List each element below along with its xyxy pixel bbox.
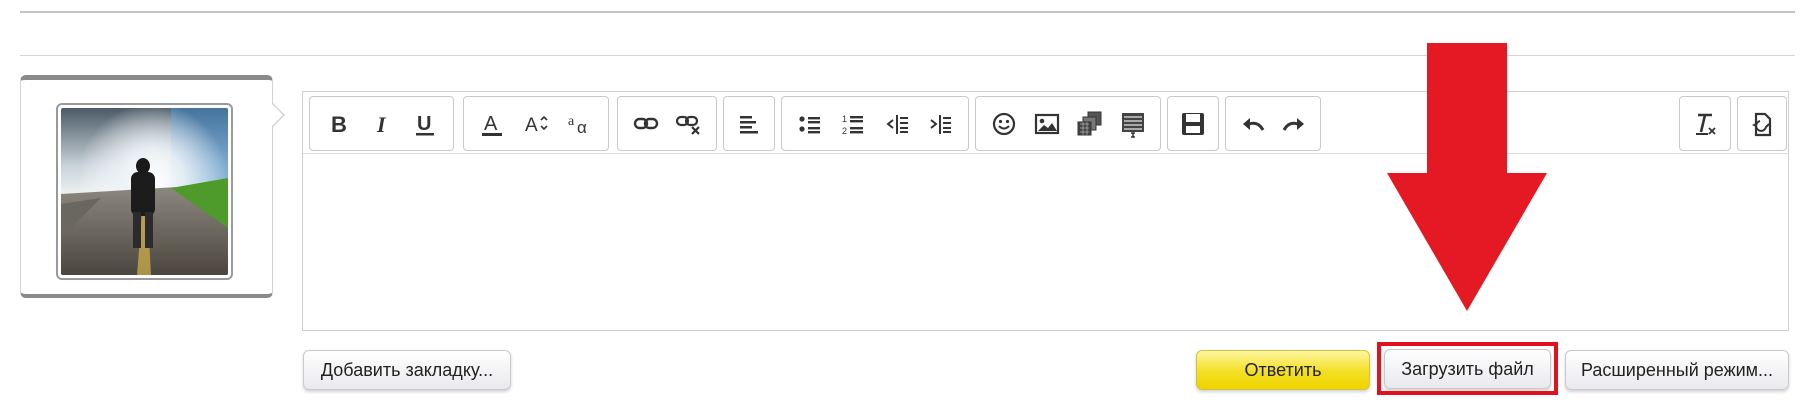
toolbar-group-history <box>1225 96 1321 151</box>
outdent-icon <box>886 114 908 134</box>
advanced-mode-button[interactable]: Расширенный режим... <box>1565 350 1789 390</box>
remove-format-icon <box>1696 113 1716 135</box>
avatar-frame <box>56 103 233 280</box>
underline-button[interactable]: U <box>403 102 447 146</box>
bold-icon: B <box>331 112 347 137</box>
toolbar-group-clear <box>1679 96 1731 151</box>
italic-icon: I <box>376 112 387 137</box>
toolbar-group-text-format: B I U <box>309 96 454 151</box>
top-divider <box>20 11 1795 13</box>
save-button[interactable] <box>1174 102 1212 146</box>
svg-text:1: 1 <box>842 114 847 124</box>
align-left-button[interactable] <box>730 102 768 146</box>
svg-text:2: 2 <box>842 126 847 136</box>
font-color-button[interactable]: A <box>470 102 514 146</box>
font-family-icon: aα <box>568 114 587 137</box>
smiley-button[interactable] <box>982 102 1025 146</box>
undo-button[interactable] <box>1232 102 1273 146</box>
underline-icon: U <box>416 113 435 135</box>
redo-icon <box>1282 117 1304 131</box>
link-icon <box>633 117 658 129</box>
link-button[interactable] <box>624 102 667 146</box>
numbered-list-icon: 12 <box>842 114 864 136</box>
save-icon <box>1182 112 1204 135</box>
editor-toolbar: B I U A A aα 1 2 <box>303 92 1788 154</box>
toolbar-group-source <box>1737 96 1787 151</box>
toolbar-group-font: A A aα <box>463 96 609 151</box>
user-avatar-card <box>20 75 285 298</box>
media-button[interactable] <box>1068 102 1111 146</box>
font-family-button[interactable]: aα <box>558 102 602 146</box>
add-bookmark-button[interactable]: Добавить закладку... <box>303 350 511 390</box>
speech-notch <box>271 102 285 128</box>
smiley-icon <box>992 112 1015 135</box>
redo-button[interactable] <box>1273 102 1314 146</box>
message-editor: B I U A A aα 1 2 <box>302 91 1789 331</box>
font-size-icon: A <box>525 115 548 136</box>
upload-file-button[interactable]: Загрузить файл <box>1384 349 1551 389</box>
code-block-button[interactable] <box>1111 102 1154 146</box>
undo-icon <box>1242 117 1264 131</box>
image-button[interactable] <box>1025 102 1068 146</box>
message-text-area[interactable] <box>303 154 1788 330</box>
numbered-list-button[interactable]: 12 <box>832 102 876 146</box>
svg-text:B: B <box>331 112 347 137</box>
source-toggle-button[interactable] <box>1744 102 1780 146</box>
image-icon <box>1034 113 1059 134</box>
toolbar-group-insert <box>975 96 1161 151</box>
remove-format-button[interactable] <box>1686 102 1724 146</box>
svg-text:a: a <box>568 114 575 129</box>
toolbar-group-align <box>723 96 775 151</box>
svg-text:U: U <box>417 113 431 135</box>
indent-icon <box>930 114 952 134</box>
indent-button[interactable] <box>919 102 963 146</box>
align-left-icon <box>740 115 758 133</box>
font-color-icon: A <box>482 113 502 136</box>
svg-text:I: I <box>376 112 387 137</box>
unlink-icon <box>675 115 700 135</box>
bullet-list-icon <box>799 115 820 133</box>
toolbar-group-links <box>617 96 717 151</box>
svg-text:α: α <box>577 118 587 137</box>
reply-button[interactable]: Ответить <box>1196 350 1370 390</box>
toolbar-group-save <box>1167 96 1219 151</box>
avatar <box>61 108 228 275</box>
media-icon <box>1077 111 1101 135</box>
bold-button[interactable]: B <box>316 102 360 146</box>
font-size-button[interactable]: A <box>514 102 558 146</box>
svg-text:A: A <box>484 113 498 135</box>
code-block-icon <box>1121 112 1144 138</box>
italic-button[interactable]: I <box>360 102 404 146</box>
svg-text:A: A <box>525 115 538 136</box>
outdent-button[interactable] <box>875 102 919 146</box>
bullet-list-button[interactable] <box>788 102 832 146</box>
unlink-button[interactable] <box>667 102 710 146</box>
source-toggle-icon <box>1752 112 1772 136</box>
toolbar-group-lists: 12 <box>781 96 969 151</box>
arrow-down-icon <box>1387 43 1547 311</box>
